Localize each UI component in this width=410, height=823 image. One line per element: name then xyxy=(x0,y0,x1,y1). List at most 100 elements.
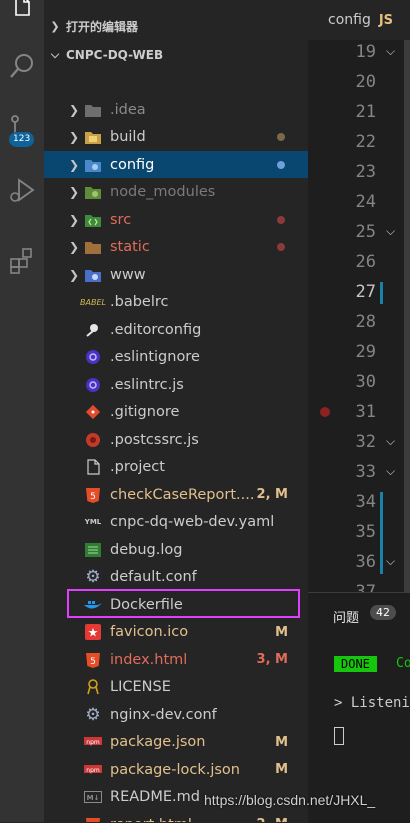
done-message: Co xyxy=(396,656,410,671)
folder-idea-icon xyxy=(84,102,102,118)
postcss-icon xyxy=(84,432,102,448)
folder-item[interactable]: ❯ build xyxy=(44,124,308,151)
item-label: .eslintrc.js xyxy=(110,376,184,393)
babel-icon: BABEL xyxy=(80,297,106,307)
scrollbar[interactable] xyxy=(404,40,410,595)
open-editors-label: 打开的编辑器 xyxy=(66,19,139,34)
file-item[interactable]: .eslintignore xyxy=(44,344,308,371)
file-item[interactable]: LICENSE xyxy=(44,674,308,701)
problems-count-badge: 42 xyxy=(370,605,396,620)
chevron-right-icon[interactable]: ❯ xyxy=(64,268,84,282)
svg-text:5: 5 xyxy=(90,492,96,502)
file-item[interactable]: 5 index.html 3, M xyxy=(44,646,308,673)
line-number: 19 xyxy=(355,42,376,62)
fold-chevron-icon[interactable]: ⌵ xyxy=(386,554,395,569)
project-header[interactable]: ⌵ CNPC-DQ-WEB xyxy=(44,42,308,68)
item-label: report.html xyxy=(110,817,257,823)
folder-item[interactable]: ❯ src xyxy=(44,206,308,233)
terminal-cursor xyxy=(334,727,344,745)
modified-line-marker xyxy=(380,492,383,574)
chevron-right-icon[interactable]: ❯ xyxy=(64,240,84,254)
line-number: 20 xyxy=(355,72,376,92)
item-label: package.json xyxy=(110,734,206,750)
item-label: favicon.ico xyxy=(110,624,189,640)
extensions-icon[interactable] xyxy=(0,240,44,280)
file-item[interactable]: npm package-lock.json M xyxy=(44,756,308,783)
item-label: .babelrc xyxy=(110,294,169,310)
chevron-right-icon[interactable]: ❯ xyxy=(64,130,84,144)
git-status-badge: M xyxy=(275,624,288,640)
file-item[interactable]: BABEL .babelrc xyxy=(44,289,308,316)
watermark: https://blog.csdn.net/JHXL_ xyxy=(204,792,376,808)
html-icon: 5 xyxy=(84,652,102,668)
line-number: 22 xyxy=(355,132,376,152)
folder-build-icon xyxy=(84,129,102,145)
eslint-icon xyxy=(84,349,102,365)
item-label: index.html xyxy=(110,651,188,668)
breakpoint-icon[interactable] xyxy=(320,407,330,417)
file-item[interactable]: 5 checkCaseReport.... 2, M xyxy=(44,481,308,508)
open-editors-header[interactable]: ❯ 打开的编辑器 xyxy=(44,13,308,39)
file-item[interactable]: .project xyxy=(44,454,308,481)
folder-item[interactable]: ❯ node_modules xyxy=(44,179,308,206)
gear-icon: ⚙ xyxy=(85,567,101,587)
item-label: .idea xyxy=(110,101,146,118)
tab-label: config xyxy=(328,12,371,28)
folder-src-icon xyxy=(84,212,102,228)
file-item[interactable]: ⚙ default.conf xyxy=(44,564,308,591)
file-item[interactable]: YML cnpc-dq-web-dev.yaml xyxy=(44,509,308,536)
item-label: .postcssrc.js xyxy=(110,431,199,448)
search-icon[interactable] xyxy=(0,46,44,86)
tab-problems[interactable]: 问题 xyxy=(333,607,359,626)
chevron-right-icon[interactable]: ❯ xyxy=(64,213,84,227)
file-icon xyxy=(84,459,102,475)
explorer-sidebar: ❯ 打开的编辑器 ⌵ CNPC-DQ-WEB ❯ .idea ❯ build ❯ conf… xyxy=(44,0,308,822)
fold-chevron-icon[interactable]: ⌵ xyxy=(386,464,395,479)
file-item[interactable]: 5 report.html2, M xyxy=(44,811,308,822)
scm-badge: 123 xyxy=(9,132,35,147)
fold-chevron-icon[interactable]: ⌵ xyxy=(386,224,395,239)
file-item[interactable]: .eslintrc.js xyxy=(44,371,308,398)
file-item[interactable]: debug.log xyxy=(44,536,308,563)
license-icon xyxy=(84,679,102,695)
run-debug-icon[interactable] xyxy=(0,170,44,210)
chevron-right-icon[interactable]: ❯ xyxy=(64,158,84,172)
chevron-right-icon[interactable]: ❯ xyxy=(64,103,84,117)
line-number: 30 xyxy=(355,372,376,392)
folder-item[interactable]: ❯ config xyxy=(44,151,308,178)
chevron-down-icon: ⌵ xyxy=(50,48,60,61)
file-item[interactable]: .editorconfig xyxy=(44,316,308,343)
folder-item[interactable]: ❯ .idea xyxy=(44,96,308,123)
item-label: static xyxy=(110,239,150,255)
modified-dot-icon xyxy=(277,243,285,251)
done-badge: DONE xyxy=(334,656,377,672)
item-label: .project xyxy=(110,459,165,475)
fold-chevron-icon[interactable]: ⌵ xyxy=(386,44,395,59)
git-status-badge: 2, M xyxy=(257,817,308,822)
npm-icon: npm xyxy=(84,762,102,778)
fold-chevron-icon[interactable]: ⌵ xyxy=(386,434,395,449)
svg-text:npm: npm xyxy=(86,767,100,774)
explorer-icon[interactable] xyxy=(0,0,44,26)
editor-tab[interactable]: config JS xyxy=(308,0,410,40)
file-item[interactable]: npm package.json M xyxy=(44,729,308,756)
item-label: checkCaseReport.... xyxy=(110,486,255,503)
folder-static-icon xyxy=(84,239,102,255)
editorconfig-icon xyxy=(84,322,102,338)
file-item[interactable]: ★ favicon.ico M xyxy=(44,619,308,646)
folder-item[interactable]: ❯ www xyxy=(44,261,308,288)
folder-config-icon xyxy=(84,157,102,173)
favicon-star-icon: ★ xyxy=(84,624,102,640)
line-number: 35 xyxy=(355,522,376,542)
line-number: 33 xyxy=(355,462,376,482)
gear-icon: ⚙ xyxy=(85,704,101,725)
item-label: debug.log xyxy=(110,541,183,558)
line-number: 25 xyxy=(355,222,376,242)
file-item[interactable]: ⚙ nginx-dev.conf xyxy=(44,701,308,728)
file-item[interactable]: .postcssrc.js xyxy=(44,426,308,453)
modified-dot-icon xyxy=(277,133,285,141)
folder-www-icon xyxy=(84,267,102,283)
folder-item[interactable]: ❯ static xyxy=(44,234,308,261)
file-item[interactable]: .gitignore xyxy=(44,399,308,426)
chevron-right-icon[interactable]: ❯ xyxy=(64,185,84,199)
